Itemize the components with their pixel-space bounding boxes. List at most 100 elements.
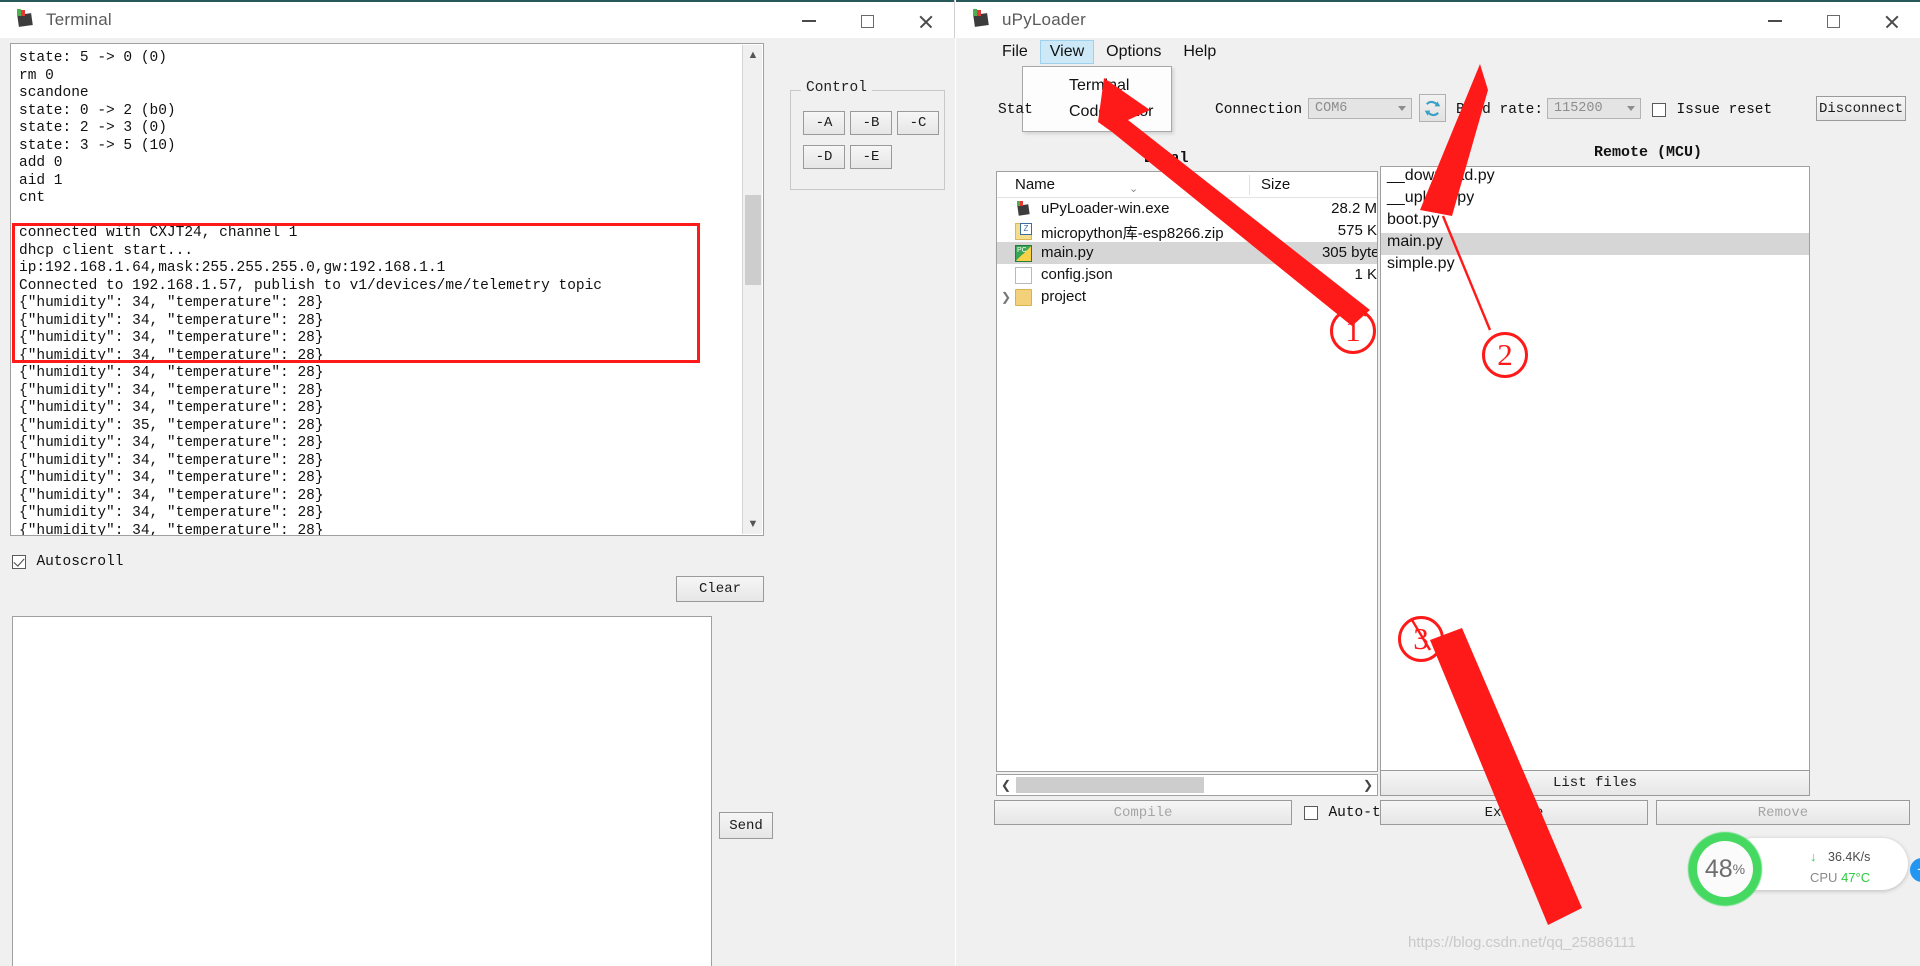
list-item[interactable]: main.py [1381, 233, 1809, 255]
column-divider [1249, 175, 1250, 195]
auto-transfer-checkbox[interactable] [1304, 805, 1318, 820]
upyloader-window: uPyLoader File View Options Help Termina… [956, 0, 1920, 966]
issue-reset-checkbox[interactable] [1652, 102, 1666, 117]
autoscroll-row: Autoscroll [12, 553, 752, 579]
terminal-window: Terminal state: 5 -> 0 (0) rm 0 scandone… [0, 0, 955, 966]
local-horizontal-scrollbar[interactable]: ❮ ❯ [996, 774, 1378, 796]
folder-icon [1015, 289, 1032, 306]
column-header-name[interactable]: Name [1015, 176, 1055, 193]
list-item[interactable]: __download.py [1381, 167, 1809, 189]
close-icon[interactable] [1862, 2, 1920, 40]
minimize-icon[interactable] [1746, 2, 1804, 40]
download-arrow-icon: ↓ [1810, 849, 1817, 864]
terminal-log-box[interactable]: state: 5 -> 0 (0) rm 0 scandone state: 0… [10, 43, 764, 536]
watermark-text: https://blog.csdn.net/qq_25886111 [1408, 934, 1636, 951]
remote-panel-title: Remote (MCU) [1593, 144, 1703, 161]
scrollbar-thumb[interactable] [745, 195, 761, 285]
scroll-down-icon[interactable]: ▼ [743, 514, 763, 534]
file-name: micropython库-esp8266.zip [1041, 225, 1224, 242]
compile-button[interactable]: Compile [994, 800, 1292, 825]
file-size: 28.2 MB [1331, 200, 1377, 217]
list-item[interactable]: boot.py [1381, 211, 1809, 233]
control-group-title: Control [801, 80, 872, 96]
remote-file-list[interactable]: __download.py __upload.py boot.py main.p… [1380, 166, 1810, 772]
autoscroll-label: Autoscroll [36, 553, 124, 570]
execute-button[interactable]: Execute [1380, 800, 1648, 825]
annotation-marker-2: 2 [1482, 332, 1528, 378]
scrollbar-thumb[interactable] [1016, 777, 1204, 793]
maximize-icon[interactable] [1804, 2, 1862, 40]
screen-root: Terminal state: 5 -> 0 (0) rm 0 scandone… [0, 0, 1920, 966]
table-row[interactable]: uPyLoader-win.exe 28.2 MB [997, 198, 1377, 220]
file-name: main.py [1041, 244, 1094, 261]
baud-rate-select[interactable]: 115200 [1547, 98, 1641, 119]
send-input[interactable] [12, 616, 712, 966]
minimize-icon[interactable] [780, 2, 838, 40]
upyloader-title: uPyLoader [1002, 10, 1087, 29]
send-button[interactable]: Send [719, 812, 773, 839]
json-file-icon [1015, 267, 1032, 284]
maximize-icon[interactable] [838, 2, 896, 40]
menu-options[interactable]: Options [1096, 40, 1171, 64]
network-speed: 36.4K/s [1828, 850, 1871, 864]
menu-item-code-editor[interactable]: Code Editor [1023, 99, 1171, 125]
py-file-icon [1015, 245, 1032, 262]
connection-select[interactable]: COM6 [1308, 98, 1412, 119]
zip-file-icon [1015, 223, 1032, 240]
terminal-body: state: 5 -> 0 (0) rm 0 scandone state: 0… [0, 38, 955, 966]
status-label: Stat [998, 102, 1033, 118]
file-size: 1 KB [1354, 266, 1377, 283]
autoscroll-checkbox[interactable] [12, 554, 26, 569]
table-row[interactable]: micropython库-esp8266.zip 575 KB [997, 220, 1377, 242]
table-row[interactable]: config.json 1 KB [997, 264, 1377, 286]
expand-chevron-icon[interactable]: ❯ [1001, 290, 1011, 304]
connection-label: Connection [1215, 102, 1303, 118]
table-row[interactable]: main.py 305 bytes [997, 242, 1377, 264]
menu-file[interactable]: File [992, 40, 1038, 64]
percent-symbol: % [1732, 861, 1746, 877]
list-item[interactable]: simple.py [1381, 255, 1809, 277]
file-name: project [1041, 288, 1087, 305]
disconnect-button[interactable]: Disconnect [1816, 96, 1906, 121]
annotation-marker-3: 3 [1398, 616, 1444, 662]
control-button-c[interactable]: -C [897, 111, 939, 135]
control-button-b[interactable]: -B [850, 111, 892, 135]
menu-view[interactable]: View [1039, 40, 1095, 64]
cpu-label: CPU [1810, 870, 1838, 885]
menu-item-terminal[interactable]: Terminal [1023, 73, 1171, 99]
list-files-button[interactable]: List files [1380, 770, 1810, 796]
list-item[interactable]: __upload.py [1381, 189, 1809, 211]
clear-button[interactable]: Clear [676, 576, 764, 602]
column-header-size[interactable]: Size [1261, 176, 1290, 193]
control-button-d[interactable]: -D [803, 145, 845, 169]
terminal-scrollbar[interactable]: ▲ ▼ [742, 45, 762, 534]
file-size: 305 bytes [1321, 244, 1377, 261]
performance-widget[interactable]: ↓ 36.4K/s CPU 47°C + 48 % [1688, 832, 1920, 906]
refresh-icon [1424, 100, 1441, 116]
local-file-list[interactable]: Name ⌄ Size uPyLoader-win.exe 28.2 MB [996, 171, 1378, 772]
baud-rate-label: Baud rate: [1456, 102, 1544, 118]
control-button-e[interactable]: -E [850, 145, 892, 169]
local-panel-title: Local [1143, 150, 1189, 167]
cpu-usage-percent: 48 [1704, 854, 1733, 883]
file-size: 575 KB [1337, 222, 1377, 239]
scroll-right-icon[interactable]: ❯ [1359, 775, 1377, 795]
local-list-header: Name ⌄ Size [997, 172, 1377, 198]
close-icon[interactable] [896, 2, 954, 40]
table-row[interactable]: ❯ project [997, 286, 1377, 308]
scroll-left-icon[interactable]: ❮ [997, 775, 1015, 795]
cpu-row: CPU 47°C [1810, 870, 1870, 885]
menu-help[interactable]: Help [1173, 40, 1226, 64]
chevron-down-icon [1627, 106, 1635, 111]
cpu-usage-ring: 48 % [1688, 832, 1762, 906]
chevron-down-icon [1398, 106, 1406, 111]
refresh-button[interactable] [1419, 94, 1446, 122]
upyloader-window-controls [1746, 2, 1920, 40]
sort-chevron-icon: ⌄ [1129, 183, 1139, 195]
control-button-a[interactable]: -A [803, 111, 845, 135]
remove-button[interactable]: Remove [1656, 800, 1910, 825]
view-dropdown-menu: Terminal Code Editor [1022, 66, 1172, 132]
annotation-marker-1: 1 [1330, 308, 1376, 354]
scroll-up-icon[interactable]: ▲ [743, 45, 763, 65]
exe-file-icon [1015, 201, 1032, 218]
